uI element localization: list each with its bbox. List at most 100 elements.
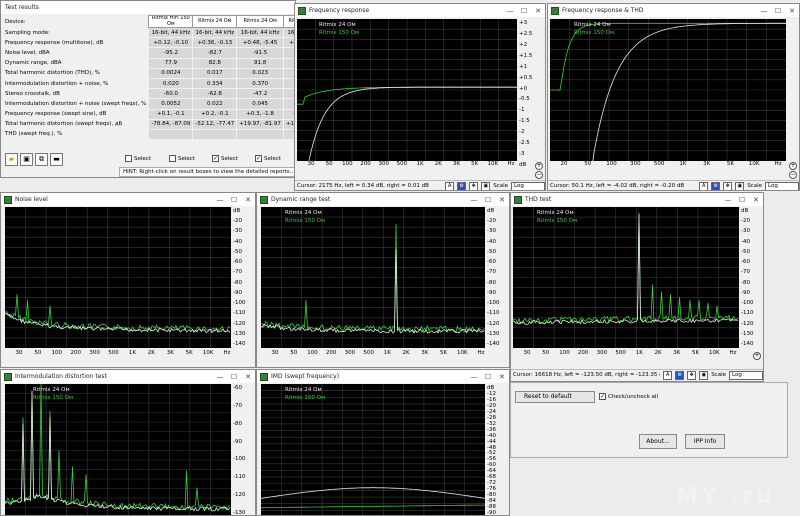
result-cell[interactable]: -52.12, -77.47 — [192, 118, 238, 130]
arrows-icon[interactable]: ✥ — [469, 181, 479, 190]
maximize-icon[interactable]: ☐ — [481, 196, 495, 204]
maximize-icon[interactable]: ☐ — [227, 373, 241, 381]
result-cell[interactable]: 77.9 — [148, 57, 194, 69]
scale-select[interactable]: Log — [765, 181, 799, 190]
copy-icon[interactable]: ⧉ — [35, 153, 48, 166]
cursor-icon[interactable]: A — [445, 181, 455, 190]
minimize-icon[interactable]: — — [467, 373, 481, 381]
zoom-in-icon[interactable]: + — [753, 352, 761, 360]
result-cell[interactable]: 0.017 — [192, 67, 238, 79]
settings-icon[interactable]: ⚙ — [457, 181, 467, 190]
select-checkbox-4[interactable]: ✓ Select — [255, 155, 281, 162]
result-cell[interactable]: +0.12, -0.10 — [148, 37, 194, 49]
result-cell[interactable]: 0.022 — [192, 98, 238, 110]
result-cell[interactable]: 0.020 — [148, 77, 194, 90]
select-checkbox-2[interactable]: Select — [169, 155, 195, 162]
scale-select[interactable]: Log — [729, 370, 763, 380]
result-cell[interactable]: +0.1, -0.1 — [148, 108, 194, 120]
save-icon[interactable]: ▣ — [699, 370, 709, 380]
result-cell[interactable]: 0.334 — [192, 77, 238, 90]
result-cell[interactable]: 0.0052 — [148, 98, 194, 110]
minus-icon[interactable]: ▬ — [50, 153, 63, 166]
frthd-plot[interactable]: Ritmix 24 Ом Ritmix 150 Ом — [550, 19, 786, 161]
zoom-in-icon[interactable]: + — [789, 162, 797, 170]
maximize-icon[interactable]: ☐ — [517, 7, 531, 15]
cursor-icon[interactable]: A — [663, 370, 673, 380]
result-cell[interactable]: +0.36, -0.13 — [192, 37, 238, 49]
close-icon[interactable]: ✕ — [495, 373, 509, 381]
open-folder-icon[interactable]: ▰ — [5, 153, 18, 166]
result-cell[interactable]: 16-bit, 44 kHz — [192, 26, 238, 39]
minimize-icon[interactable]: — — [213, 196, 227, 204]
select-checkbox-3[interactable]: ✓ Select — [212, 155, 238, 162]
result-cell[interactable]: 16-bit, 44 kHz — [148, 26, 194, 39]
result-cell[interactable]: 0.045 — [236, 98, 284, 110]
result-cell[interactable]: 0.0024 — [148, 67, 194, 79]
save-icon[interactable]: ▣ — [481, 181, 491, 190]
result-cell[interactable]: -82.7 — [192, 47, 238, 59]
result-cell[interactable]: -78.84, -87.09 — [148, 118, 194, 130]
result-cell[interactable] — [192, 128, 238, 141]
close-icon[interactable]: ✕ — [785, 7, 799, 15]
settings-icon[interactable]: ⚙ — [675, 370, 685, 380]
maximize-icon[interactable]: ☐ — [735, 196, 749, 204]
close-icon[interactable]: ✕ — [241, 373, 255, 381]
test-results-titlebar[interactable]: Test results — [1, 1, 295, 14]
dr-titlebar[interactable]: Dynamic range test — ☐ ✕ — [257, 193, 509, 206]
result-cell[interactable]: -95.2 — [148, 47, 194, 59]
result-cell[interactable]: -91.5 — [236, 47, 284, 59]
reset-default-button[interactable]: Reset to default — [515, 391, 595, 403]
result-cell[interactable]: 0.370 — [236, 77, 284, 90]
close-icon[interactable]: ✕ — [749, 196, 763, 204]
result-cell[interactable]: +0.3, -1.8 — [236, 108, 284, 120]
dr-plot[interactable]: Ritmix 24 Ом Ritmix 150 Ом — [261, 207, 485, 348]
result-cell[interactable] — [148, 128, 194, 141]
result-cell[interactable]: +0.48, -5.45 — [236, 37, 284, 49]
maximize-icon[interactable]: ☐ — [481, 373, 495, 381]
select-checkbox-1[interactable]: Select — [125, 155, 151, 162]
result-cell[interactable]: -62.8 — [192, 88, 238, 100]
maximize-icon[interactable]: ☐ — [771, 7, 785, 15]
result-cell[interactable]: 82.8 — [192, 57, 238, 69]
imds-titlebar[interactable]: IMD (swept frequency) — ☐ ✕ — [257, 370, 509, 383]
imd-plot[interactable]: Ritmix 24 Ом Ritmix 150 Ом — [5, 384, 231, 515]
arrows-icon[interactable]: ✥ — [687, 370, 697, 380]
frthd-titlebar[interactable]: Frequency response & THD — ☐ ✕ — [548, 4, 799, 17]
zoom-out-icon[interactable]: − — [789, 171, 797, 179]
thd-plot[interactable]: Ritmix 24 Ом Ritmix 150 Ом — [513, 207, 739, 348]
result-cell[interactable]: +0.2, -0.1 — [192, 108, 238, 120]
minimize-icon[interactable]: — — [467, 196, 481, 204]
zoom-out-icon[interactable]: − — [535, 171, 543, 179]
minimize-icon[interactable]: — — [213, 373, 227, 381]
zoom-in-icon[interactable]: + — [535, 162, 543, 170]
result-cell[interactable]: 0.023 — [236, 67, 284, 79]
minimize-icon[interactable]: — — [721, 196, 735, 204]
save-icon[interactable]: ▣ — [20, 153, 33, 166]
save-icon[interactable]: ▣ — [735, 181, 745, 190]
result-cell[interactable] — [236, 128, 284, 141]
close-icon[interactable]: ✕ — [495, 196, 509, 204]
result-cell[interactable]: -60.0 — [148, 88, 194, 100]
noise-plot[interactable] — [5, 207, 231, 348]
fr-plot[interactable]: Ritmix 24 Ом Ritmix 150 Ом — [297, 19, 517, 161]
result-cell[interactable]: 91.8 — [236, 57, 284, 69]
result-cell[interactable]: 16-bit, 44 kHz — [236, 26, 284, 39]
imds-plot[interactable]: Ritmix 24 Ом Ritmix 150 Ом — [261, 384, 485, 515]
check-all-checkbox[interactable]: ✓ Check/uncheck all — [599, 393, 658, 400]
thd-titlebar[interactable]: THD test — ☐ ✕ — [511, 193, 763, 206]
minimize-icon[interactable]: — — [503, 7, 517, 15]
fr-titlebar[interactable]: Frequency response — ☐ ✕ — [295, 4, 545, 17]
ipp-info-button[interactable]: IPP Info — [685, 434, 725, 449]
close-icon[interactable]: ✕ — [241, 196, 255, 204]
arrows-icon[interactable]: ✥ — [723, 181, 733, 190]
scale-select[interactable]: Log — [511, 181, 545, 190]
imd-titlebar[interactable]: Intermodulation distortion test — ☐ ✕ — [1, 370, 255, 383]
result-cell[interactable]: +19.97, -81.97 — [236, 118, 284, 130]
minimize-icon[interactable]: — — [757, 7, 771, 15]
noise-titlebar[interactable]: Noise level — ☐ ✕ — [1, 193, 255, 206]
about-button[interactable]: About... — [639, 434, 677, 449]
maximize-icon[interactable]: ☐ — [227, 196, 241, 204]
close-icon[interactable]: ✕ — [531, 7, 545, 15]
result-cell[interactable]: -47.2 — [236, 88, 284, 100]
cursor-icon[interactable]: A — [699, 181, 709, 190]
